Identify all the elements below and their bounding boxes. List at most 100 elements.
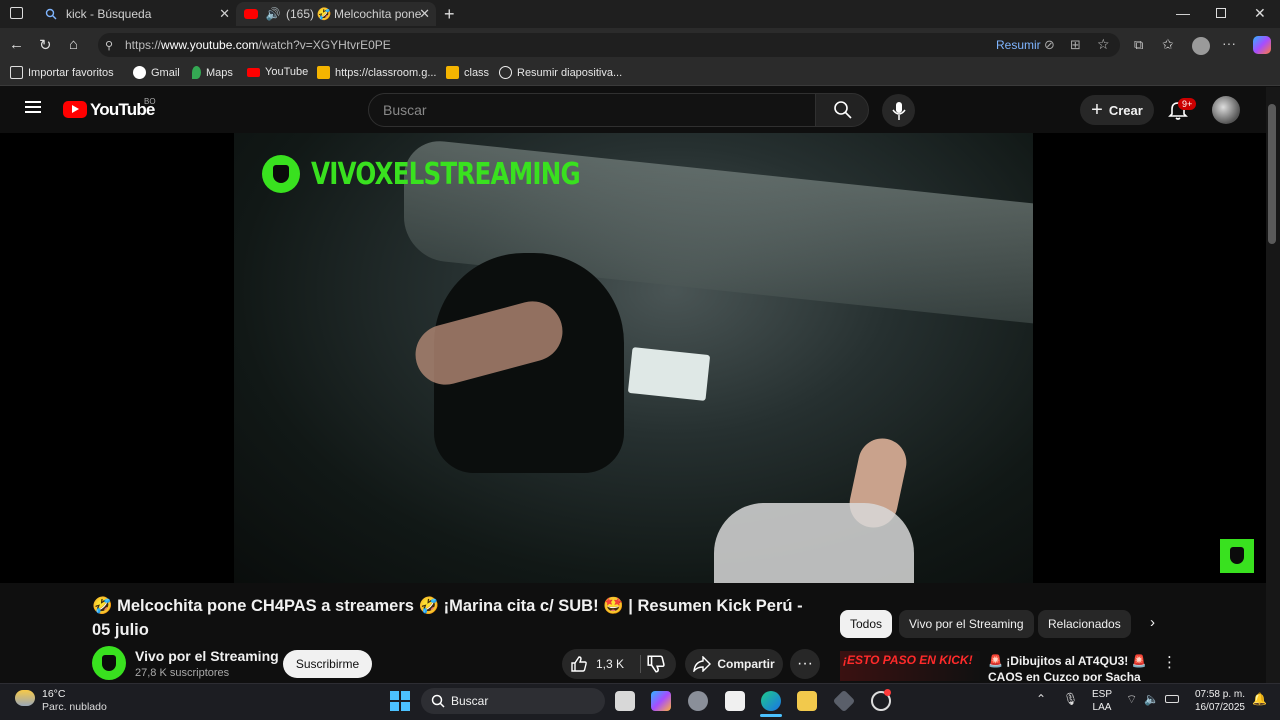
bookmark-classroom[interactable]: https://classroom.g... <box>317 66 436 79</box>
windows-start-icon[interactable] <box>390 691 410 711</box>
weather-condition[interactable]: Parc. nublado <box>42 701 107 713</box>
google-icon <box>133 66 146 79</box>
channel-watermark-button[interactable] <box>1220 539 1254 573</box>
clock-date: 16/07/2025 <box>1194 702 1245 713</box>
url-text[interactable]: https://www.youtube.com/watch?v=XGYHtvrE… <box>125 38 391 52</box>
vertical-dots-icon[interactable]: ⋮ <box>1162 653 1177 671</box>
resumir-button[interactable]: Resumir <box>996 38 1041 52</box>
app-icon[interactable]: ⊞ <box>1070 37 1081 53</box>
bookmark-resumir[interactable]: Resumir diapositiva... <box>499 66 622 79</box>
app-taskbar-icon[interactable] <box>688 691 708 711</box>
hamburger-menu-icon[interactable] <box>25 101 41 113</box>
search-icon <box>431 694 445 708</box>
notification-badge: 9+ <box>1178 98 1197 110</box>
menu-dots-icon[interactable]: ··· <box>1222 35 1236 51</box>
bookmark-maps[interactable]: Maps <box>192 66 233 79</box>
like-count: 1,3 K <box>596 657 625 671</box>
maps-icon <box>192 66 201 79</box>
taskbar-search[interactable]: Buscar <box>421 688 605 714</box>
url-path: /watch?v=XGYHtvrE0PE <box>258 38 391 52</box>
share-button[interactable]: Compartir <box>685 649 783 679</box>
channel-overlay-text: VIVOXELSTREAMING <box>311 157 581 192</box>
bookmark-import[interactable]: Importar favoritos <box>10 66 114 79</box>
reader-icon[interactable]: ⊘ <box>1044 37 1055 53</box>
bookmark-youtube[interactable]: YouTube <box>247 66 308 78</box>
weather-temperature[interactable]: 16°C <box>42 688 65 700</box>
task-view-icon[interactable] <box>615 691 635 711</box>
language-indicator[interactable]: ESP LAA <box>1092 688 1112 714</box>
microphone-icon <box>892 102 906 120</box>
bookmark-class[interactable]: class <box>446 66 489 79</box>
microphone-tray-icon[interactable]: 🎙 <box>1063 692 1078 706</box>
extensions-icon[interactable]: ⧉ <box>1134 37 1143 53</box>
home-icon[interactable]: ⌂ <box>69 36 78 53</box>
tab-kick-search[interactable]: kick - Búsqueda ✕ <box>36 2 236 26</box>
weather-cloud-icon[interactable] <box>15 690 35 706</box>
bookmark-label: Resumir diapositiva... <box>517 66 623 79</box>
battery-icon[interactable] <box>1165 695 1179 703</box>
taskbar-clock[interactable]: 07:58 p. m. 16/07/2025 <box>1190 688 1245 714</box>
chip-vivo-por-el-streaming[interactable]: Vivo por el Streaming <box>899 610 1034 638</box>
channel-name[interactable]: Vivo por el Streaming <box>135 648 279 664</box>
favorites-icon[interactable]: ✩ <box>1162 36 1174 53</box>
wifi-icon[interactable]: ⌔ <box>1126 692 1137 707</box>
clock-time: 07:58 p. m. <box>1194 689 1245 700</box>
close-icon[interactable]: ✕ <box>419 6 430 22</box>
recommendation-thumbnail-text: ¡ESTO PASO EN KICK! <box>843 653 973 667</box>
site-info-icon[interactable]: ⚲ <box>105 39 113 52</box>
channel-avatar[interactable] <box>92 646 126 680</box>
url-prefix: https:// <box>125 38 162 52</box>
like-divider <box>640 655 641 673</box>
chevron-up-icon[interactable]: ⌃ <box>1036 692 1046 706</box>
profile-icon[interactable] <box>1192 37 1210 55</box>
lang-top: ESP <box>1092 689 1113 700</box>
account-avatar[interactable] <box>1212 96 1240 124</box>
create-button[interactable]: + Crear <box>1080 95 1154 125</box>
tab-actions-icon[interactable] <box>10 7 23 19</box>
favorite-star-icon[interactable]: ☆ <box>1097 36 1110 53</box>
search-button[interactable] <box>815 93 869 127</box>
video-scene-dashboard-screen <box>627 347 711 401</box>
new-tab-icon[interactable]: + <box>444 4 455 25</box>
recommendation-title[interactable]: 🚨 ¡Dibujitos al AT4QU3! 🚨 CAOS en Cuzco … <box>988 653 1148 681</box>
window-close-icon[interactable]: ✕ <box>1254 5 1266 22</box>
taskbar-search-label: Buscar <box>451 694 489 708</box>
youtube-logo-icon[interactable] <box>63 101 87 118</box>
back-icon[interactable]: ← <box>9 36 24 53</box>
video-scene-shirt <box>714 503 914 583</box>
import-icon <box>10 66 23 79</box>
minimize-icon[interactable]: — <box>1176 5 1190 21</box>
speaker-icon[interactable]: 🔊 <box>266 7 281 21</box>
more-actions-button[interactable]: ··· <box>790 649 820 679</box>
chip-relacionados[interactable]: Relacionados <box>1038 610 1131 638</box>
copilot-taskbar-icon[interactable] <box>651 691 671 711</box>
tab-label: kick - Búsqueda <box>66 7 152 21</box>
search-input[interactable] <box>368 93 816 127</box>
chip-todos[interactable]: Todos <box>840 610 893 638</box>
chevron-right-icon[interactable]: › <box>1150 614 1155 631</box>
store-icon[interactable] <box>725 691 745 711</box>
like-button[interactable]: 1,3 K <box>570 655 624 673</box>
tab-label: Melcochita pone C <box>334 7 422 21</box>
video-title: 🤣 Melcochita pone CH4PAS a streamers 🤣 ¡… <box>92 597 803 639</box>
maximize-icon[interactable] <box>1216 8 1226 18</box>
close-icon[interactable]: ✕ <box>219 6 230 22</box>
tab-youtube-video[interactable]: 🔊 (165) 🤣 Melcochita pone C ✕ <box>236 2 436 26</box>
subscribe-button[interactable]: Suscribirme <box>283 650 372 678</box>
notifications-center-icon[interactable]: 🔔 <box>1252 692 1267 706</box>
video-frame[interactable]: VIVOXELSTREAMING <box>234 133 1033 583</box>
channel-overlay-logo <box>262 155 300 193</box>
bookmark-gmail[interactable]: Gmail <box>133 66 180 79</box>
more-dots-icon: ··· <box>797 655 813 672</box>
refresh-icon[interactable]: ↻ <box>39 36 52 54</box>
thumbs-down-icon[interactable] <box>646 654 666 674</box>
share-icon <box>693 656 712 672</box>
file-explorer-icon[interactable] <box>797 691 817 711</box>
voice-search-button[interactable] <box>882 94 915 127</box>
edge-icon[interactable] <box>761 691 781 711</box>
scrollbar-thumb[interactable] <box>1268 104 1276 244</box>
copilot-icon[interactable] <box>1253 36 1271 54</box>
bookmark-label: Importar favoritos <box>28 66 114 79</box>
volume-icon[interactable]: 🔈 <box>1144 692 1159 706</box>
bookmark-label: https://classroom.g... <box>335 66 437 79</box>
